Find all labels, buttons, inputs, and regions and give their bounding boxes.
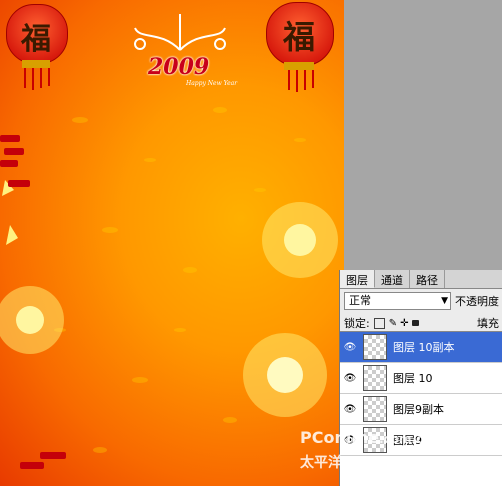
lantern-left: 福 [6, 0, 68, 90]
layer-name: 图层 10 [393, 372, 433, 385]
watermark-site: jiaocheng.chazidian.com [356, 474, 456, 483]
document-canvas[interactable]: 福 福 2009 Happy New Year [0, 0, 344, 486]
tab-paths[interactable]: 路径 [410, 270, 445, 288]
lock-transparent-icon[interactable] [373, 317, 385, 329]
workspace-background [344, 0, 502, 270]
firework-left [0, 180, 64, 354]
blend-mode-select[interactable]: 正常 ▼ [344, 292, 451, 310]
layer-thumbnail [363, 365, 387, 391]
year-text: 2009 [148, 54, 210, 80]
layer-row[interactable]: 👁 图层9副本 [340, 394, 502, 425]
lantern-right: 福 [266, 0, 334, 92]
lock-label: 锁定: [344, 317, 370, 330]
layer-name: 图层9副本 [393, 403, 444, 416]
greeting-text: Happy New Year [186, 80, 238, 87]
lantern-left-text: 福 [21, 22, 51, 57]
watermark-brand: PConline.com.cn [300, 428, 432, 447]
blend-mode-value: 正常 [349, 294, 371, 307]
eye-icon[interactable]: 👁 [340, 373, 360, 384]
watermark-domain-text: .com.cn [379, 432, 432, 446]
opacity-label: 不透明度 [455, 295, 499, 308]
firework-right [243, 202, 338, 417]
eye-icon[interactable]: 👁 [340, 342, 360, 353]
watermark-chinese: 太平洋 [300, 455, 342, 471]
layer-thumbnail [363, 334, 387, 360]
lock-row: 锁定: ✎ ✛ 填充 [340, 313, 502, 333]
watermark-brand-text: PConline [300, 428, 380, 447]
layer-row[interactable]: 👁 图层 10 [340, 363, 502, 394]
layer-name: 图层 10副本 [393, 341, 455, 354]
tab-channels[interactable]: 通道 [375, 270, 410, 288]
ornament [134, 14, 226, 51]
blend-row: 正常 ▼ 不透明度 [340, 289, 502, 313]
lantern-right-text: 福 [282, 18, 315, 56]
chevron-down-icon: ▼ [441, 296, 448, 306]
lock-all-icon[interactable] [411, 320, 419, 326]
fill-label: 填充 [477, 317, 499, 330]
lock-move-icon[interactable]: ✛ [400, 318, 408, 329]
tab-layers[interactable]: 图层 [340, 270, 375, 288]
lock-brush-icon[interactable]: ✎ [389, 318, 397, 329]
layers-panel: 图层 通道 路径 正常 ▼ 不透明度 锁定: ✎ ✛ 填充 👁 图层 10副本 … [339, 270, 502, 486]
layer-thumbnail [363, 396, 387, 422]
layer-row[interactable]: 👁 图层 10副本 [340, 332, 502, 363]
panel-tabs: 图层 通道 路径 [340, 270, 502, 289]
layers-list: 👁 图层 10副本 👁 图层 10 👁 图层9副本 👁 图层9 [340, 331, 502, 486]
eye-icon[interactable]: 👁 [340, 404, 360, 415]
